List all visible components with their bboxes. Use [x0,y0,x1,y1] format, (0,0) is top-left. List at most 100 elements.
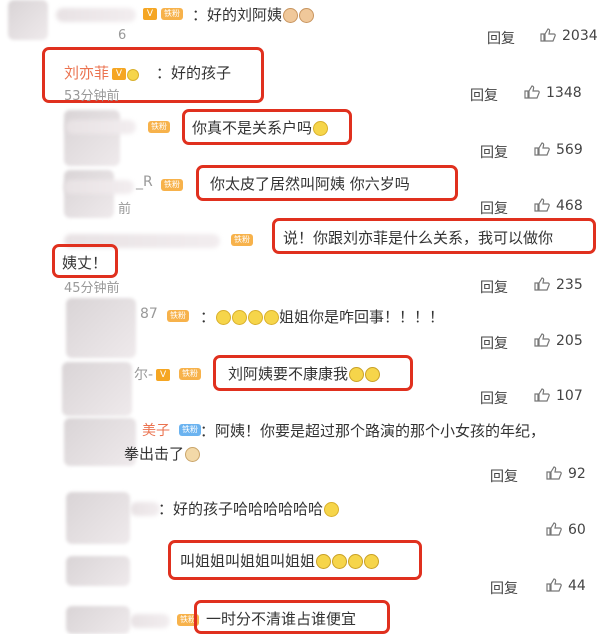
like-button[interactable]: 569 [534,142,583,158]
thumbs-up-icon [534,388,550,402]
comment-time: 前 [118,202,132,217]
thumbs-up-icon [540,28,556,42]
avatar[interactable] [8,0,48,40]
username-fragment[interactable]: 美子 [142,420,170,440]
thumbs-up-icon [534,142,550,156]
like-count: 235 [556,277,583,293]
like-button[interactable]: 235 [534,277,583,293]
blurred-username [66,120,136,134]
like-count: 107 [556,388,583,404]
like-count: 468 [556,198,583,214]
emoji-icon [313,121,329,136]
reply-button[interactable]: 回复 [480,277,508,297]
fan-badge: 铁粉 [161,179,183,191]
reply-button[interactable]: 回复 [487,28,515,48]
username-fragment: 尔- V [134,364,171,384]
thumbs-up-icon [524,85,540,99]
avatar[interactable] [66,556,130,586]
comment-text-line1: 说！你跟刘亦菲是什么关系，我可以做你 [283,229,554,247]
crying-emoji-icon [348,554,364,569]
thumbs-up-icon [546,466,562,480]
like-count: 92 [568,466,586,482]
comment-text: 你真不是关系户吗 [192,117,329,138]
thumbs-up-icon [534,198,550,212]
emoji-icon [248,310,264,325]
comment-time: 53分钟前 [64,89,120,104]
like-button[interactable]: 44 [546,578,586,594]
thumbs-up-icon [534,333,550,347]
thumbs-up-icon [534,277,550,291]
like-count: 44 [568,578,586,594]
avatar[interactable] [64,110,120,166]
vip-badge-icon: V [143,8,157,20]
comment-text: ：姐姐你是咋回事！！！！ [200,308,445,326]
blurred-username [64,180,134,194]
blurred-username [130,502,160,516]
like-button[interactable]: 1348 [524,85,582,101]
fan-badge: 铁粉 [161,8,183,20]
emoji-icon [264,310,280,325]
comment-text: 叫姐姐叫姐姐叫姐姐 [180,550,380,571]
avatar[interactable] [66,298,136,358]
thumbs-up-icon [546,578,562,592]
comment-text-line2: 拳出击了 [124,443,201,464]
blurred-username [56,8,136,22]
emoji-icon [232,310,248,325]
like-count: 1348 [546,85,582,101]
reply-button[interactable]: 回复 [480,388,508,408]
username-fragment: _R [136,174,153,190]
thumbs-up-icon [546,522,562,536]
crying-emoji-icon [364,554,380,569]
comment-text: 你太皮了居然叫阿姨 你六岁吗 [210,175,410,193]
emoji-icon [127,69,140,81]
like-button[interactable]: 60 [546,522,586,538]
emoji-icon [216,310,232,325]
crying-emoji-icon [365,367,381,382]
reply-button[interactable]: 回复 [470,85,498,105]
laughing-emoji-icon [324,502,340,517]
comment-text: 一时分不清谁占谁便宜 [206,610,357,628]
fan-badge: 铁粉 [179,424,201,436]
fan-badge: 铁粉 [231,234,253,246]
comment-text: ：好的孩子哈哈哈哈哈哈 [158,498,340,519]
vip-badge-icon: V [156,369,171,381]
crying-emoji-icon [332,554,348,569]
fan-badge: 铁粉 [148,121,170,133]
crying-emoji-icon [316,554,332,569]
doge-emoji-icon [185,447,201,462]
comment-text: 刘阿姨要不康康我 [228,363,381,384]
like-count: 2034 [562,28,598,44]
crying-emoji-icon [349,367,365,382]
avatar[interactable] [66,492,130,544]
vip-badge-icon: V [112,67,127,80]
username-fragment: 87 [140,306,158,322]
avatar[interactable] [64,170,114,218]
reply-button[interactable]: 回复 [480,198,508,218]
like-button[interactable]: 107 [534,388,583,404]
like-button[interactable]: 92 [546,466,586,482]
cat-emoji-icon [283,8,299,23]
avatar[interactable] [62,362,132,416]
comment-text-line2: 姨丈！ [62,254,108,272]
comment-text-line1: ：阿姨！你要是超过那个路演的那个小女孩的年纪， [200,422,546,440]
comment-text: ：好的孩子 [156,64,232,82]
blurred-username [130,614,170,628]
avatar[interactable] [66,606,130,634]
like-button[interactable]: 205 [534,333,583,349]
reply-button[interactable]: 回复 [490,578,518,598]
reply-button[interactable]: 回复 [480,333,508,353]
reply-button[interactable]: 回复 [480,142,508,162]
comment-time: 6 [118,28,127,43]
fan-badge: 铁粉 [167,310,189,322]
like-button[interactable]: 468 [534,198,583,214]
fan-badge: 铁粉 [179,368,201,380]
like-count: 569 [556,142,583,158]
username[interactable]: 刘亦菲 V [64,62,140,83]
like-count: 205 [556,333,583,349]
reply-button[interactable]: 回复 [490,466,518,486]
like-count: 60 [568,522,586,538]
like-button[interactable]: 2034 [540,28,598,44]
cat-emoji-icon [299,8,315,23]
comment-text: ：好的刘阿姨 [192,4,315,25]
comment-time: 45分钟前 [64,281,120,296]
